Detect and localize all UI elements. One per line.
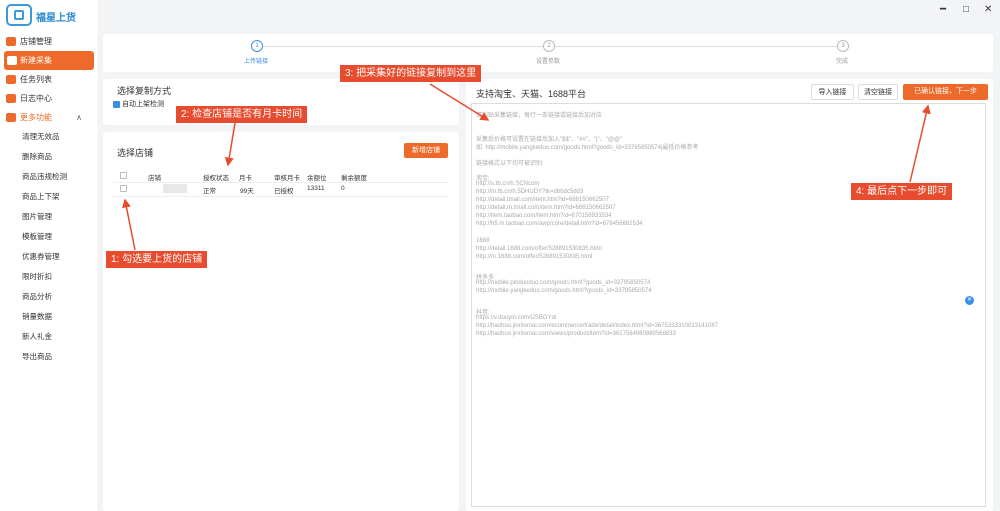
callout-4-arrow xyxy=(909,104,931,183)
callout-1: 1: 勾选要上货的店铺 xyxy=(106,251,208,268)
callout-3: 3: 把采集好的链接复制到这里 xyxy=(340,65,482,82)
callout-2: 2: 检查店铺是否有月卡时间 xyxy=(176,106,308,123)
callout-1-arrow xyxy=(122,198,136,251)
callout-4: 4: 最后点下一步即可 xyxy=(851,183,953,200)
callout-3-arrow xyxy=(429,83,490,121)
callout-2-arrow xyxy=(224,122,236,167)
